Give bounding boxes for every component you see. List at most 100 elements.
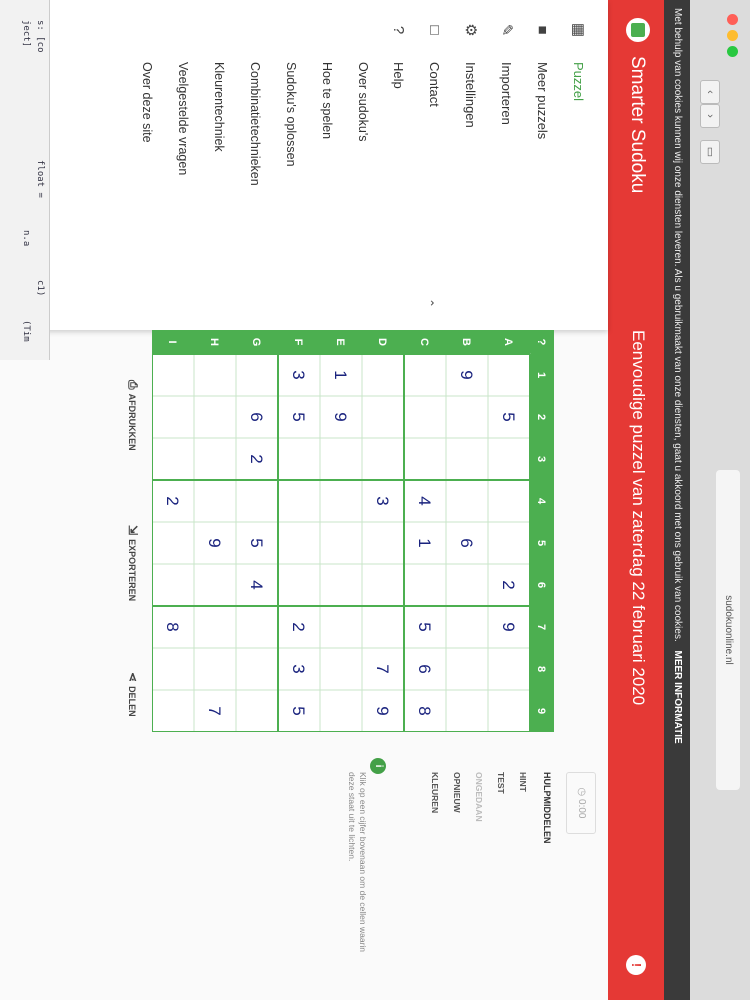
sudoku-cell[interactable] [403,563,447,607]
corner-help-icon[interactable]: ? [535,339,547,346]
sudoku-cell[interactable] [487,689,531,732]
sudoku-cell[interactable] [193,353,237,397]
sudoku-cell[interactable] [403,353,447,397]
sudoku-cell[interactable] [319,647,363,691]
sudoku-cell[interactable] [152,689,195,732]
help-item-sudokus-oplossen[interactable]: Sudoku's oplossen [284,62,298,167]
chevron-up-icon[interactable]: ⌃ [422,298,436,308]
maximize-window-icon[interactable] [727,46,738,57]
sudoku-cell[interactable] [277,437,321,481]
address-bar[interactable]: sudokuonline.nl [716,470,740,790]
help-item-kleurentechniek[interactable]: Kleurentechniek [212,62,226,152]
minimize-window-icon[interactable] [727,30,738,41]
row-header[interactable]: A [502,338,514,346]
column-header[interactable]: 2 [535,414,547,420]
column-header[interactable]: 1 [535,372,547,378]
row-header[interactable]: G [250,338,262,347]
sudoku-cell[interactable] [193,647,237,691]
colors-button[interactable]: KLEUREN [430,772,440,813]
sudoku-cell[interactable] [487,437,531,481]
sudoku-cell[interactable] [152,521,195,565]
sudoku-cell[interactable] [235,605,279,649]
sidebar-item-meer-puzzels[interactable]: ■ Meer puzzels [524,0,560,330]
column-header[interactable]: 5 [535,540,547,546]
sudoku-board[interactable]: ? 1 2 3 4 5 6 7 8 9 A B C D E F G H I 5 2 9 9 6 4 1 5 6 8 3 7 9 1 9 3 5 2 3 5 6… [152,330,554,732]
sudoku-cell[interactable] [361,353,405,397]
sudoku-cell[interactable] [445,605,489,649]
sudoku-cell[interactable] [403,395,447,439]
sudoku-cell[interactable] [361,563,405,607]
app-logo-icon[interactable] [626,18,650,42]
column-header[interactable]: 8 [535,666,547,672]
row-header[interactable]: C [418,338,430,346]
sudoku-cell[interactable] [445,437,489,481]
hint-button[interactable]: HINT [518,772,528,792]
sudoku-cell[interactable] [361,605,405,649]
row-header[interactable]: B [460,338,472,346]
sudoku-cell[interactable] [319,563,363,607]
sudoku-cell[interactable] [235,647,279,691]
sudoku-cell[interactable] [193,605,237,649]
sudoku-cell[interactable] [319,689,363,732]
column-header[interactable]: 9 [535,708,547,714]
sudoku-grid[interactable]: ? 1 2 3 4 5 6 7 8 9 A B C D E F G H I 5 2 9 9 6 4 1 5 6 8 3 7 9 1 9 3 5 2 3 5 6… [152,330,554,732]
export-button[interactable]: ⇲EXPORTEREN [126,525,140,601]
help-item-combinatietechnieken[interactable]: Combinatietechnieken [248,62,262,186]
sidebar-item-contact[interactable]: □ Contact [416,0,452,330]
share-button[interactable]: ⋖DELEN [126,672,140,717]
sudoku-cell[interactable] [193,395,237,439]
sudoku-cell[interactable] [487,647,531,691]
cookie-more-info-link[interactable]: MEER INFORMATIE [672,651,683,744]
sudoku-cell[interactable] [445,689,489,732]
row-header[interactable]: D [376,338,388,346]
sudoku-cell[interactable] [193,563,237,607]
sudoku-cell[interactable] [277,563,321,607]
sudoku-cell[interactable] [277,521,321,565]
sudoku-cell[interactable] [487,479,531,523]
sidebar-toggle-button[interactable]: ▭ [700,140,720,164]
sudoku-cell[interactable] [277,479,321,523]
sudoku-cell[interactable] [487,353,531,397]
sidebar-item-importeren[interactable]: ✎ Importeren [488,0,524,330]
sudoku-cell[interactable] [487,521,531,565]
help-item-over-sudokus[interactable]: Over sudoku's [356,62,370,142]
sudoku-cell[interactable] [319,521,363,565]
redo-button[interactable]: OPNIEUW [452,772,462,813]
sudoku-cell[interactable] [152,395,195,439]
help-item-over-deze-site[interactable]: Over deze site [140,62,154,143]
sudoku-cell[interactable] [193,437,237,481]
test-button[interactable]: TEST [496,772,506,794]
row-header[interactable]: E [334,338,346,345]
sudoku-cell[interactable] [152,437,195,481]
column-header[interactable]: 6 [535,582,547,588]
sidebar-item-help[interactable]: ? Help [380,0,416,330]
sudoku-cell[interactable] [445,647,489,691]
sudoku-cell[interactable] [361,521,405,565]
sudoku-cell[interactable] [235,689,279,732]
sudoku-cell[interactable] [193,479,237,523]
sudoku-cell[interactable] [319,437,363,481]
column-header[interactable]: 3 [535,456,547,462]
column-header[interactable]: 7 [535,624,547,630]
help-item-veelgestelde-vragen[interactable]: Veelgestelde vragen [176,62,190,175]
sudoku-cell[interactable] [235,353,279,397]
sudoku-cell[interactable] [152,647,195,691]
sudoku-cell[interactable] [403,437,447,481]
forward-button[interactable]: › [700,104,720,128]
help-item-hoe-te-spelen[interactable]: Hoe te spelen [320,62,334,139]
row-header[interactable]: F [292,339,304,346]
row-header[interactable]: H [208,338,220,346]
sidebar-item-instellingen[interactable]: ⚙ Instellingen [452,0,488,330]
undo-button[interactable]: ONGEDAAN [474,772,484,822]
sudoku-cell[interactable] [319,479,363,523]
sudoku-cell[interactable] [235,479,279,523]
row-header[interactable]: I [166,340,178,343]
sudoku-cell[interactable] [152,353,195,397]
sudoku-cell[interactable] [445,563,489,607]
sudoku-cell[interactable] [361,437,405,481]
close-window-icon[interactable] [727,14,738,25]
sudoku-cell[interactable] [152,563,195,607]
sidebar-item-puzzel[interactable]: ▦ Puzzel [560,0,596,330]
print-button[interactable]: ⎙AFDRUKKEN [125,380,140,451]
sudoku-cell[interactable] [445,395,489,439]
